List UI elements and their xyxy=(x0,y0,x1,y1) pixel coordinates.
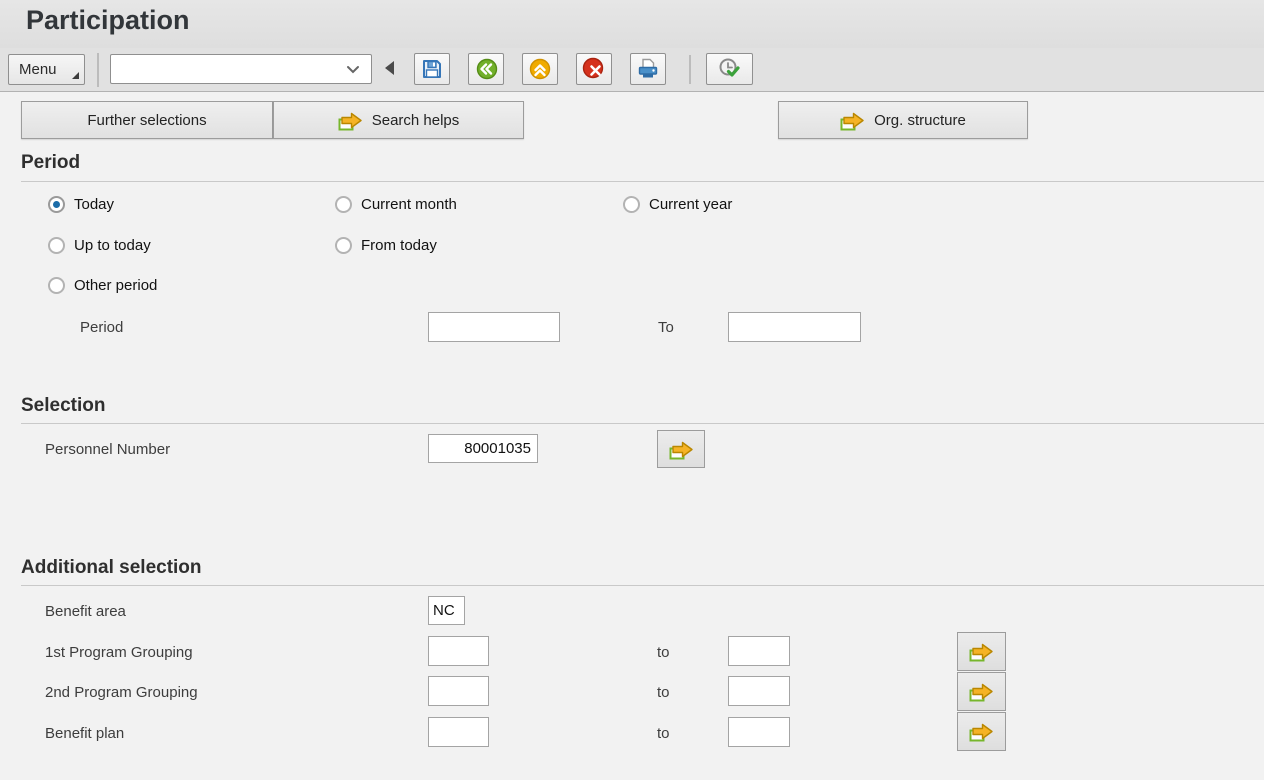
toolbar: Menu xyxy=(0,48,1264,92)
benefit-plan-label: Benefit plan xyxy=(45,725,125,742)
page-title: Participation xyxy=(26,5,190,35)
period-range-label: Period xyxy=(80,319,124,336)
second-program-grouping-label: 2nd Program Grouping xyxy=(45,684,198,701)
title-bar: Participation xyxy=(0,0,1264,48)
multiple-selection-icon xyxy=(969,643,993,662)
back-icon xyxy=(476,58,498,80)
radio-current-month[interactable]: Current month xyxy=(335,196,457,213)
radio-icon xyxy=(335,237,352,254)
print-icon xyxy=(638,58,658,78)
personnel-number-label: Personnel Number xyxy=(45,441,171,458)
period-heading: Period xyxy=(21,152,81,173)
second-program-grouping-multiple-selection-button[interactable] xyxy=(957,672,1006,711)
radio-icon xyxy=(48,277,65,294)
personnel-multiple-selection-button[interactable] xyxy=(657,430,705,468)
multiple-selection-icon xyxy=(969,683,993,702)
further-selections-button[interactable]: Further selections xyxy=(21,101,273,139)
radio-icon xyxy=(623,196,640,213)
second-program-grouping-to-input[interactable] xyxy=(728,676,790,706)
menu-button[interactable]: Menu xyxy=(8,54,85,85)
second-program-grouping-from-input[interactable] xyxy=(428,676,489,706)
first-program-grouping-label: 1st Program Grouping xyxy=(45,644,193,661)
section-divider xyxy=(21,585,1264,586)
search-helps-button[interactable]: Search helps xyxy=(273,101,524,139)
menu-corner-icon xyxy=(72,72,79,79)
toolbar-separator xyxy=(97,53,99,87)
benefit-area-label: Benefit area xyxy=(45,603,126,620)
multiple-selection-icon xyxy=(338,112,362,130)
execute-button[interactable] xyxy=(706,53,753,85)
save-button[interactable] xyxy=(414,53,450,85)
cancel-button[interactable] xyxy=(576,53,612,85)
exit-button[interactable] xyxy=(522,53,558,85)
multiple-selection-icon xyxy=(669,441,693,459)
selection-heading: Selection xyxy=(21,395,106,416)
radio-current-year[interactable]: Current year xyxy=(623,196,732,213)
radio-up-to-today[interactable]: Up to today xyxy=(48,237,151,254)
chevron-down-icon[interactable] xyxy=(346,65,360,74)
to-label: to xyxy=(657,725,670,742)
period-to-label: To xyxy=(658,319,674,336)
to-label: to xyxy=(657,684,670,701)
benefit-plan-to-input[interactable] xyxy=(728,717,790,747)
toolbar-separator xyxy=(689,55,691,84)
radio-icon xyxy=(335,196,352,213)
period-from-input[interactable] xyxy=(428,312,560,342)
benefit-plan-multiple-selection-button[interactable] xyxy=(957,712,1006,751)
radio-from-today[interactable]: From today xyxy=(335,237,437,254)
first-program-grouping-to-input[interactable] xyxy=(728,636,790,666)
exit-icon xyxy=(529,58,551,80)
benefit-area-input[interactable] xyxy=(428,596,465,625)
org-structure-button[interactable]: Org. structure xyxy=(778,101,1028,139)
radio-icon xyxy=(48,196,65,213)
personnel-number-input[interactable] xyxy=(428,434,538,463)
execute-icon xyxy=(719,58,740,77)
first-program-grouping-from-input[interactable] xyxy=(428,636,489,666)
back-button[interactable] xyxy=(468,53,504,85)
period-to-input[interactable] xyxy=(728,312,861,342)
print-button[interactable] xyxy=(630,53,666,85)
radio-icon xyxy=(48,237,65,254)
radio-other-period[interactable]: Other period xyxy=(48,277,157,294)
multiple-selection-icon xyxy=(969,723,993,742)
command-combobox[interactable] xyxy=(110,54,372,84)
radio-today[interactable]: Today xyxy=(48,196,114,213)
multiple-selection-icon xyxy=(840,112,865,130)
section-divider xyxy=(21,181,1264,182)
additional-selection-heading: Additional selection xyxy=(21,557,202,578)
section-divider xyxy=(21,423,1264,424)
cancel-icon xyxy=(582,57,604,79)
first-program-grouping-multiple-selection-button[interactable] xyxy=(957,632,1006,671)
collapse-toolbar-icon[interactable] xyxy=(385,61,394,75)
save-icon xyxy=(423,60,441,78)
benefit-plan-from-input[interactable] xyxy=(428,717,489,747)
to-label: to xyxy=(657,644,670,661)
